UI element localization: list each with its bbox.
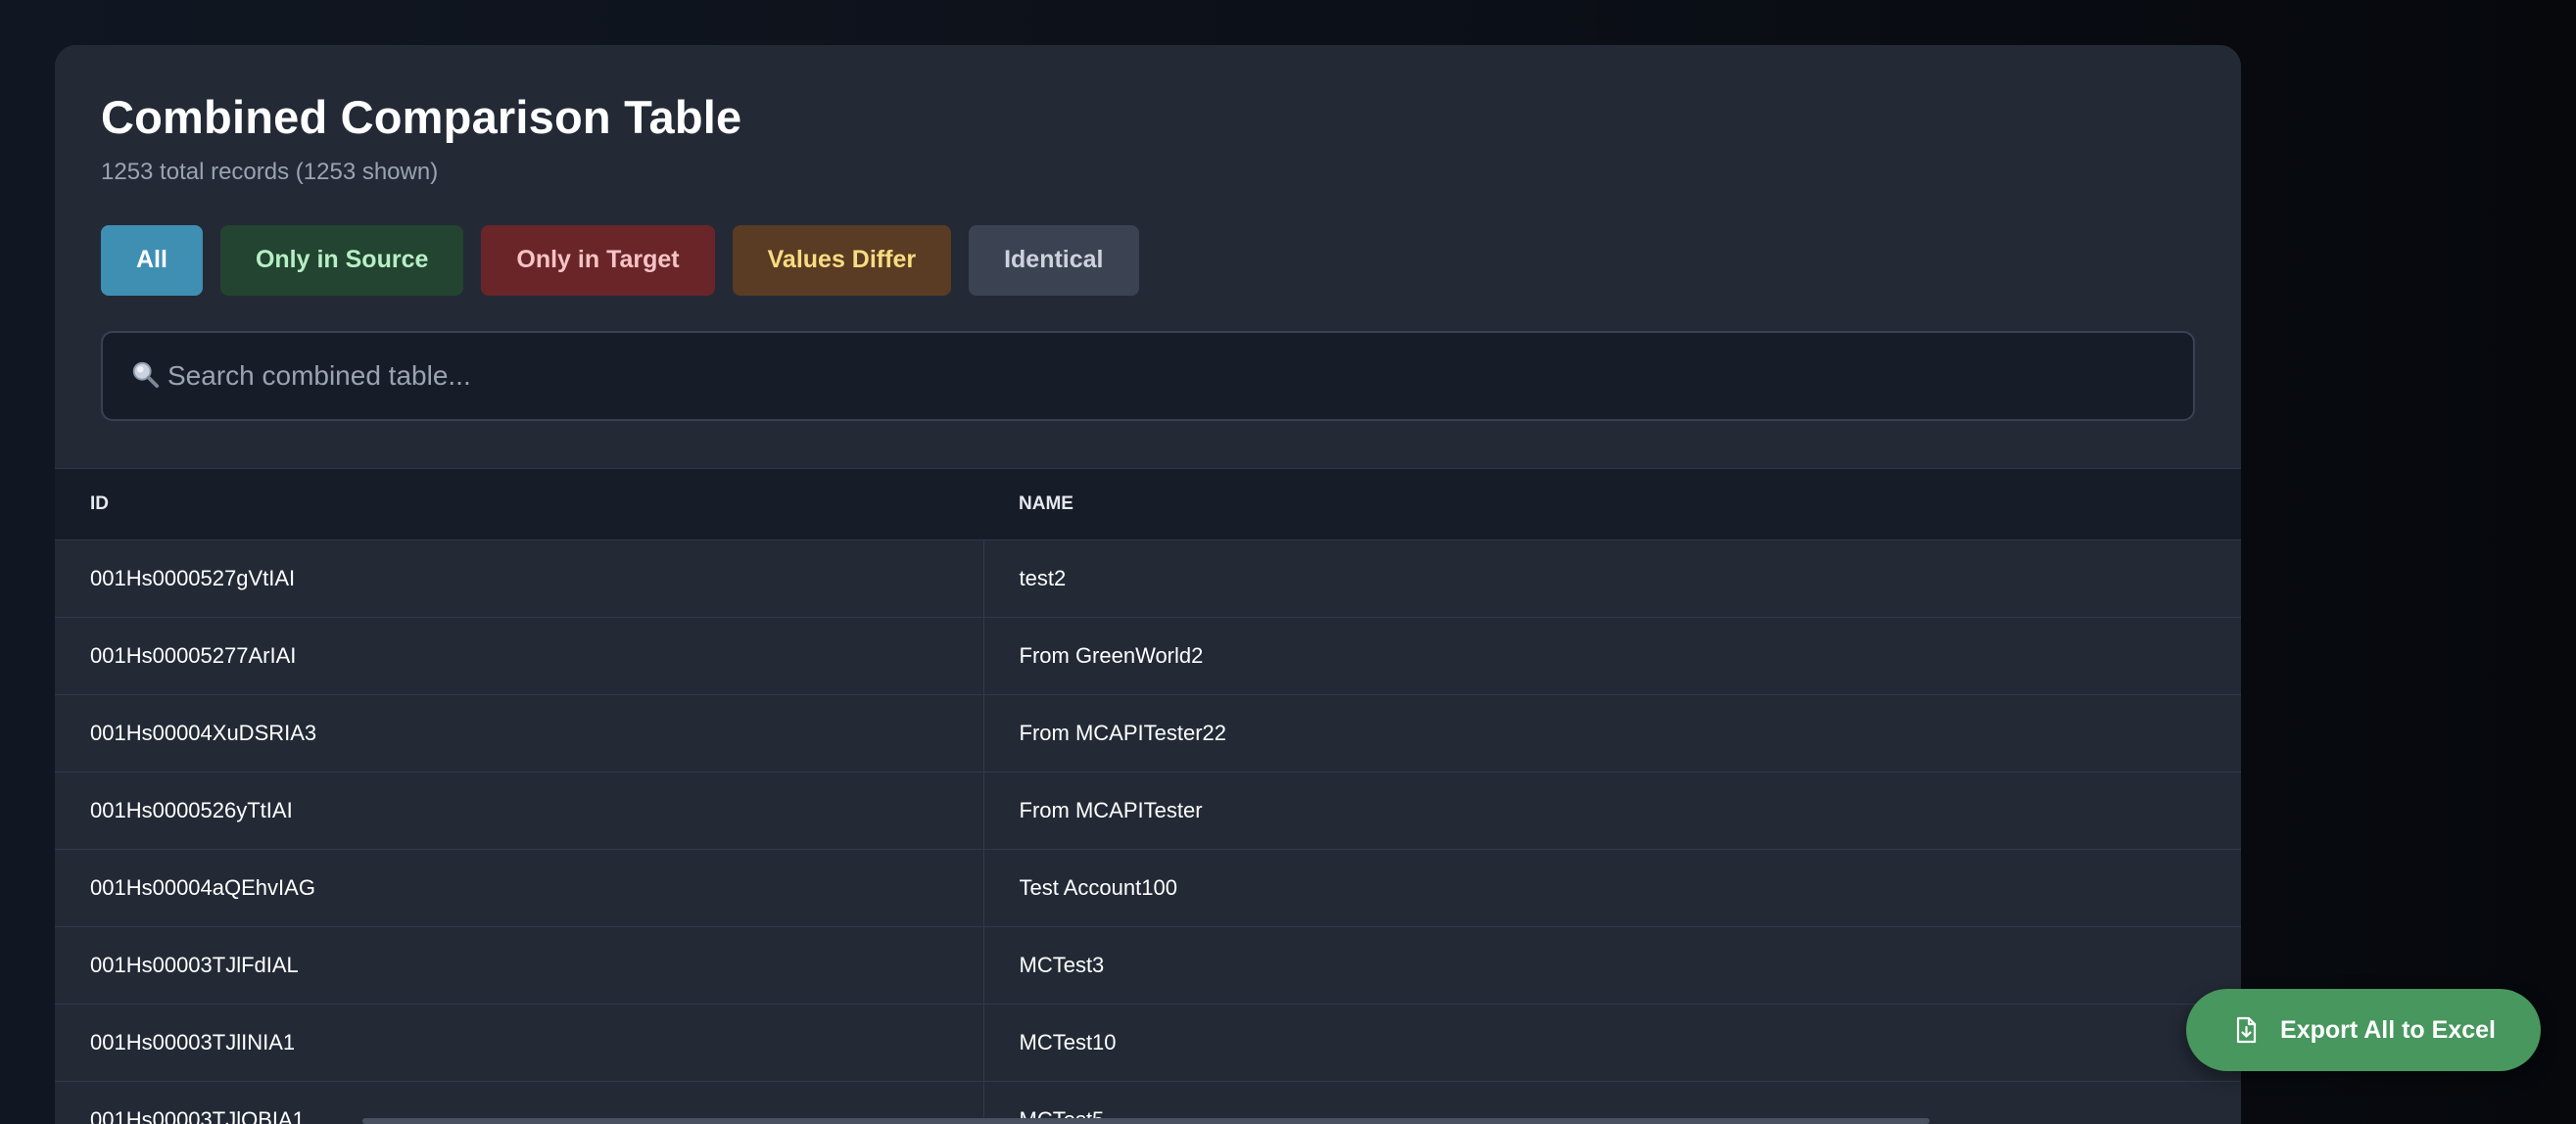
table-row[interactable]: 001Hs0000527gVtIAI test2 [55, 539, 2241, 618]
comparison-panel: Combined Comparison Table 1253 total rec… [55, 45, 2241, 1124]
filter-values-differ-button[interactable]: Values Differ [732, 224, 952, 296]
name-cell: Test Account100 [983, 849, 2241, 927]
table-row[interactable]: 001Hs0000526yTtIAI From MCAPITester [55, 772, 2241, 850]
column-header-name[interactable]: NAME [983, 468, 2241, 540]
file-download-icon [2236, 1016, 2257, 1044]
id-cell: 001Hs00005277ArIAI [55, 617, 984, 695]
id-cell: 001Hs0000526yTtIAI [55, 772, 984, 850]
search-input[interactable] [166, 358, 2166, 393]
name-cell: test2 [983, 539, 2241, 618]
table-row[interactable]: 001Hs00004aQEhvIAG Test Account100 [55, 849, 2241, 927]
id-cell: 001Hs00004XuDSRIA3 [55, 694, 984, 773]
export-excel-button[interactable]: Export All to Excel [2186, 989, 2541, 1071]
id-cell: 001Hs00003TJlINIA1 [55, 1004, 984, 1082]
filter-all-button[interactable]: All [101, 224, 203, 296]
export-button-label: Export All to Excel [2280, 1015, 2496, 1044]
comparison-table: ID NAME 001Hs0000527gVtIAI test2 001Hs00… [55, 468, 2241, 1124]
filter-bar: All Only in Source Only in Target Values… [101, 224, 2195, 296]
name-cell: MCTest10 [983, 1004, 2241, 1082]
horizontal-scrollbar[interactable] [362, 1118, 1930, 1124]
panel-header: Combined Comparison Table 1253 total rec… [55, 45, 2241, 468]
table-row[interactable]: 001Hs00004XuDSRIA3 From MCAPITester22 [55, 694, 2241, 773]
record-count: 1253 total records (1253 shown) [101, 158, 439, 185]
name-cell: From MCAPITester22 [983, 694, 2241, 773]
magnifier-icon [132, 361, 160, 388]
name-cell: MCTest3 [983, 926, 2241, 1005]
table-row[interactable]: 001Hs00003TJlFdIAL MCTest3 [55, 926, 2241, 1005]
table-row[interactable]: 001Hs00005277ArIAI From GreenWorld2 [55, 617, 2241, 695]
name-cell: From GreenWorld2 [983, 617, 2241, 695]
search-box[interactable] [101, 330, 2195, 421]
table-row[interactable]: 001Hs00003TJlINIA1 MCTest10 [55, 1004, 2241, 1082]
id-cell: 001Hs00004aQEhvIAG [55, 849, 984, 927]
name-cell: From MCAPITester [983, 772, 2241, 850]
column-header-id[interactable]: ID [55, 468, 983, 540]
id-cell: 001Hs0000527gVtIAI [55, 539, 984, 618]
table-header-row: ID NAME [55, 468, 2241, 540]
filter-only-target-button[interactable]: Only in Target [481, 224, 715, 296]
filter-identical-button[interactable]: Identical [969, 224, 1139, 296]
id-cell: 001Hs00003TJlFdIAL [55, 926, 984, 1005]
page-title: Combined Comparison Table [101, 91, 742, 143]
filter-only-source-button[interactable]: Only in Source [219, 224, 464, 296]
